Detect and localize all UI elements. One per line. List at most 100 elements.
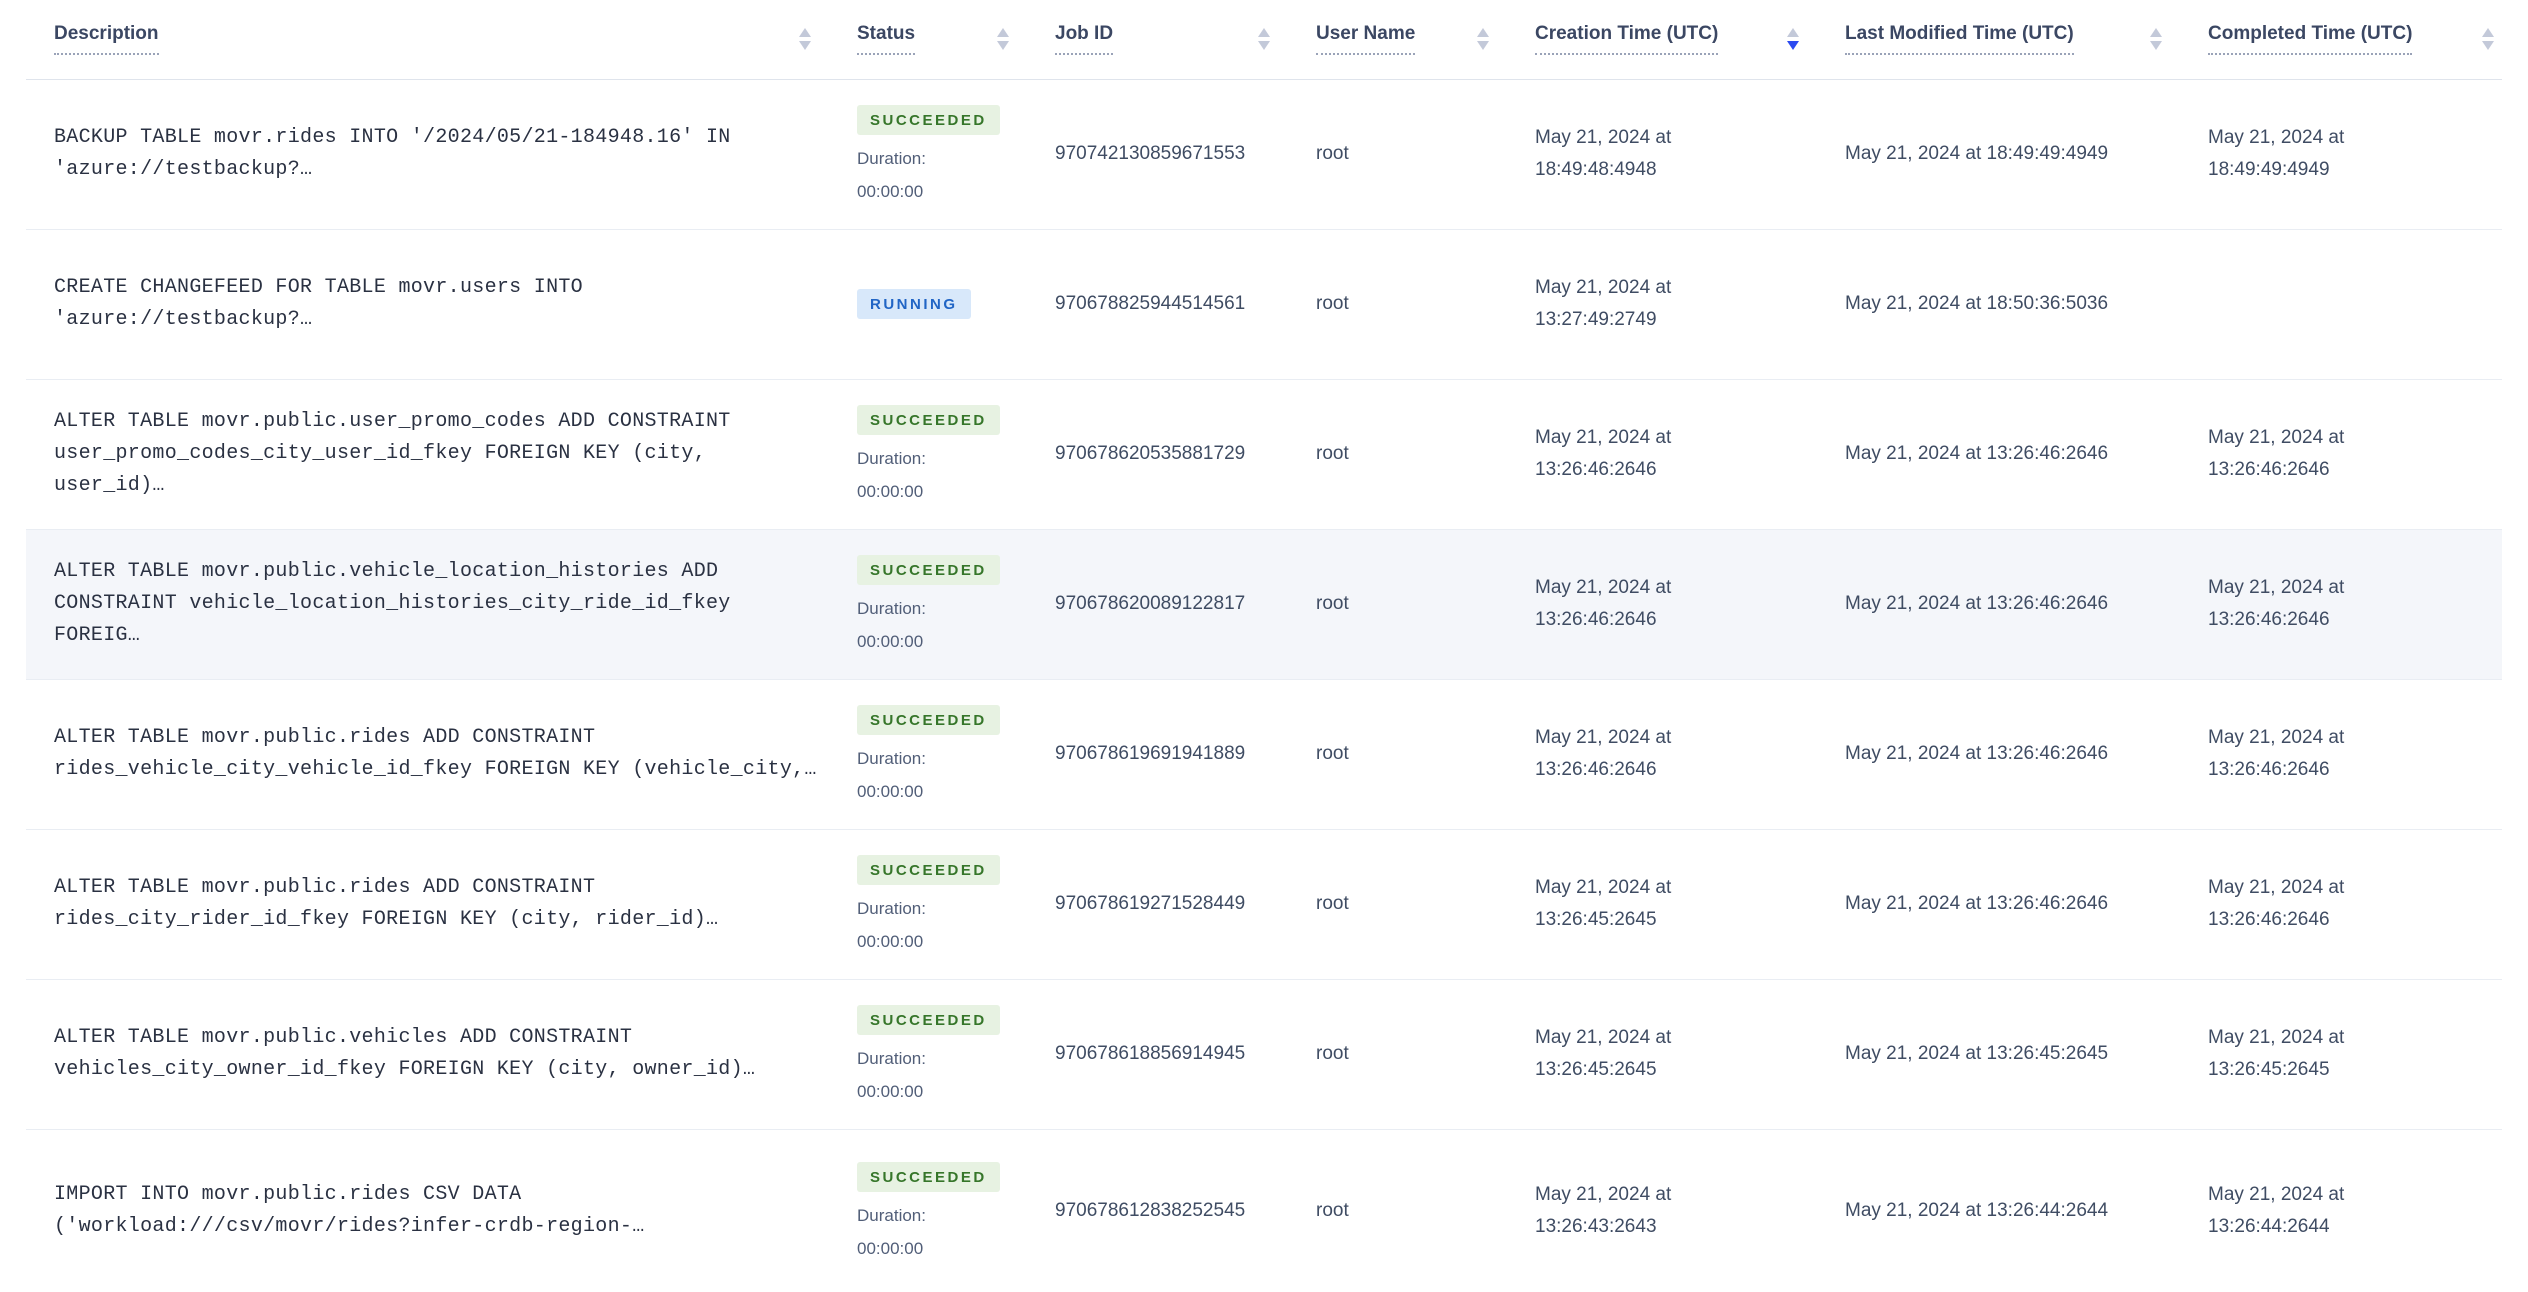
- job-status-cell: SUCCEEDED Duration: 00:00:00: [857, 529, 1055, 679]
- completed-time: May 21, 2024 at 13:26:45:2645: [2208, 1027, 2345, 1080]
- duration-value: 00:00:00: [857, 482, 924, 501]
- table-header: Description Status Job ID User Name Crea…: [26, 0, 2502, 79]
- table-row[interactable]: CREATE CHANGEFEED FOR TABLE movr.users I…: [26, 229, 2502, 379]
- job-id: 970742130859671553: [1055, 143, 1246, 164]
- column-label-job-id[interactable]: Job ID: [1055, 23, 1114, 56]
- job-status-cell: SUCCEEDED Duration: 00:00:00: [857, 79, 1055, 229]
- sort-asc-icon[interactable]: [997, 28, 1009, 38]
- duration-label: Duration:: [857, 149, 926, 168]
- sort-control-status[interactable]: [985, 28, 1009, 51]
- status-badge: SUCCEEDED: [857, 1005, 1000, 1035]
- completed-time: May 21, 2024 at 13:26:46:2646: [2208, 877, 2345, 930]
- duration-label: Duration:: [857, 449, 926, 468]
- column-label-user-name[interactable]: User Name: [1316, 23, 1416, 56]
- table-row-highlighted[interactable]: ALTER TABLE movr.public.vehicle_location…: [26, 529, 2502, 679]
- sort-control-user-name[interactable]: [1465, 28, 1489, 51]
- job-description: ALTER TABLE movr.public.rides ADD CONSTR…: [54, 876, 719, 931]
- sort-asc-icon[interactable]: [799, 28, 811, 38]
- column-header-description[interactable]: Description: [26, 0, 857, 79]
- jobs-table-container: Description Status Job ID User Name Crea…: [0, 0, 2528, 1292]
- user-name: root: [1316, 443, 1349, 464]
- column-label-last-modified-time[interactable]: Last Modified Time (UTC): [1845, 23, 2074, 56]
- job-status-cell: SUCCEEDED Duration: 00:00:00: [857, 979, 1055, 1129]
- completed-time: May 21, 2024 at 13:26:46:2646: [2208, 577, 2345, 630]
- duration-value: 00:00:00: [857, 932, 924, 951]
- sort-asc-icon[interactable]: [1787, 28, 1799, 38]
- last-modified-time: May 21, 2024 at 13:26:46:2646: [1845, 743, 2109, 764]
- sort-asc-icon[interactable]: [1477, 28, 1489, 38]
- creation-time: May 21, 2024 at 18:49:48:4948: [1535, 127, 1672, 180]
- status-badge: SUCCEEDED: [857, 555, 1000, 585]
- column-header-last-modified-time[interactable]: Last Modified Time (UTC): [1845, 0, 2208, 79]
- table-row[interactable]: ALTER TABLE movr.public.rides ADD CONSTR…: [26, 679, 2502, 829]
- job-id: 970678619691941889: [1055, 743, 1246, 764]
- user-name: root: [1316, 293, 1349, 314]
- sort-desc-icon[interactable]: [1477, 41, 1489, 51]
- column-label-description[interactable]: Description: [54, 23, 159, 56]
- creation-time: May 21, 2024 at 13:26:46:2646: [1535, 727, 1672, 780]
- sort-asc-icon[interactable]: [2482, 28, 2494, 38]
- job-status-cell: SUCCEEDED Duration: 00:00:00: [857, 829, 1055, 979]
- user-name: root: [1316, 593, 1349, 614]
- duration-value: 00:00:00: [857, 782, 924, 801]
- job-description: ALTER TABLE movr.public.user_promo_codes…: [54, 410, 731, 497]
- creation-time: May 21, 2024 at 13:26:45:2645: [1535, 1027, 1672, 1080]
- sort-desc-icon[interactable]: [799, 41, 811, 51]
- sort-control-creation-time[interactable]: [1775, 28, 1799, 51]
- last-modified-time: May 21, 2024 at 13:26:46:2646: [1845, 893, 2109, 914]
- table-row[interactable]: ALTER TABLE movr.public.rides ADD CONSTR…: [26, 829, 2502, 979]
- sort-desc-icon[interactable]: [2150, 41, 2162, 51]
- last-modified-time: May 21, 2024 at 13:26:44:2644: [1845, 1199, 2109, 1221]
- job-id: 970678620089122817: [1055, 593, 1246, 614]
- sort-control-completed-time[interactable]: [2470, 28, 2494, 51]
- duration-value: 00:00:00: [857, 632, 924, 651]
- job-description: ALTER TABLE movr.public.vehicle_location…: [54, 560, 731, 647]
- status-badge: RUNNING: [857, 289, 971, 319]
- completed-time: May 21, 2024 at 13:26:44:2644: [2208, 1183, 2345, 1237]
- table-row[interactable]: IMPORT INTO movr.public.rides CSV DATA (…: [26, 1129, 2502, 1292]
- job-description: CREATE CHANGEFEED FOR TABLE movr.users I…: [54, 276, 583, 331]
- table-row[interactable]: BACKUP TABLE movr.rides INTO '/2024/05/2…: [26, 79, 2502, 229]
- table-row[interactable]: ALTER TABLE movr.public.vehicles ADD CON…: [26, 979, 2502, 1129]
- status-badge: SUCCEEDED: [857, 105, 1000, 135]
- sort-control-job-id[interactable]: [1246, 28, 1270, 51]
- duration-label: Duration:: [857, 749, 926, 768]
- last-modified-time: May 21, 2024 at 13:26:46:2646: [1845, 593, 2109, 614]
- user-name: root: [1316, 143, 1349, 164]
- job-id: 970678620535881729: [1055, 443, 1246, 464]
- duration-label: Duration:: [857, 1049, 926, 1068]
- column-header-creation-time[interactable]: Creation Time (UTC): [1535, 0, 1845, 79]
- sort-desc-icon[interactable]: [1258, 41, 1270, 51]
- job-description: IMPORT INTO movr.public.rides CSV DATA (…: [54, 1182, 645, 1238]
- completed-time: [2208, 229, 2502, 379]
- sort-asc-icon[interactable]: [1258, 28, 1270, 38]
- jobs-table: Description Status Job ID User Name Crea…: [26, 0, 2502, 1292]
- creation-time: May 21, 2024 at 13:26:45:2645: [1535, 877, 1672, 930]
- completed-time: May 21, 2024 at 18:49:49:4949: [2208, 127, 2345, 180]
- column-header-job-id[interactable]: Job ID: [1055, 0, 1316, 79]
- table-body: BACKUP TABLE movr.rides INTO '/2024/05/2…: [26, 79, 2502, 1292]
- sort-control-last-modified-time[interactable]: [2138, 28, 2162, 51]
- duration-value: 00:00:00: [857, 1238, 924, 1258]
- completed-time: May 21, 2024 at 13:26:46:2646: [2208, 727, 2345, 780]
- sort-desc-active-icon[interactable]: [1787, 41, 1799, 51]
- column-header-completed-time[interactable]: Completed Time (UTC): [2208, 0, 2502, 79]
- column-label-creation-time[interactable]: Creation Time (UTC): [1535, 23, 1719, 56]
- user-name: root: [1316, 893, 1349, 914]
- creation-time: May 21, 2024 at 13:27:49:2749: [1535, 277, 1672, 330]
- status-badge: SUCCEEDED: [857, 855, 1000, 885]
- sort-desc-icon[interactable]: [2482, 41, 2494, 51]
- status-badge: SUCCEEDED: [857, 705, 1000, 735]
- user-name: root: [1316, 1199, 1349, 1221]
- column-label-completed-time[interactable]: Completed Time (UTC): [2208, 23, 2413, 56]
- duration-label: Duration:: [857, 599, 926, 618]
- status-badge: SUCCEEDED: [857, 405, 1000, 435]
- column-header-user-name[interactable]: User Name: [1316, 0, 1535, 79]
- sort-desc-icon[interactable]: [997, 41, 1009, 51]
- sort-asc-icon[interactable]: [2150, 28, 2162, 38]
- column-label-status[interactable]: Status: [857, 23, 916, 56]
- job-description: ALTER TABLE movr.public.rides ADD CONSTR…: [54, 726, 817, 781]
- column-header-status[interactable]: Status: [857, 0, 1055, 79]
- sort-control-description[interactable]: [787, 28, 811, 51]
- table-row[interactable]: ALTER TABLE movr.public.user_promo_codes…: [26, 379, 2502, 529]
